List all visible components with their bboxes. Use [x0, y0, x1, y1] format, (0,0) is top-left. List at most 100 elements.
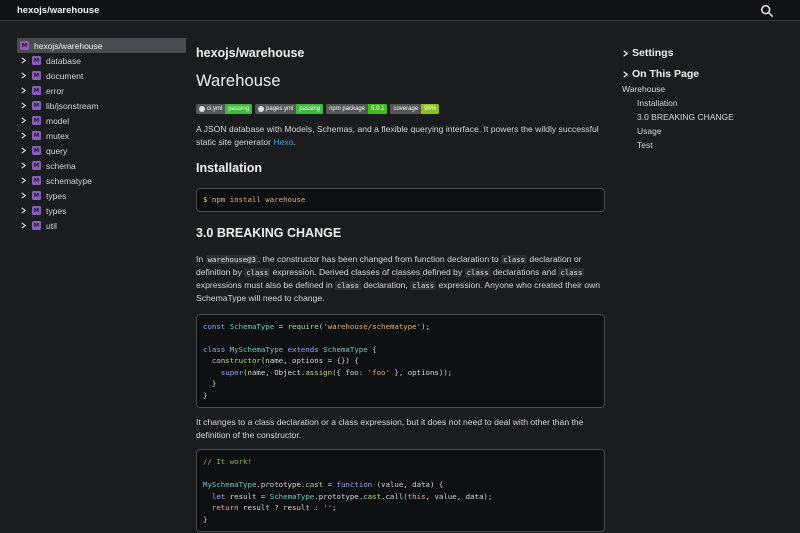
code-token: .prototype.: [314, 491, 364, 501]
chevron-right-icon[interactable]: [18, 70, 29, 81]
github-icon: [199, 106, 205, 112]
sidebar-item[interactable]: Mutil: [17, 218, 186, 233]
code-token: require: [287, 321, 319, 331]
code-token: MySchemaType: [203, 480, 257, 489]
inline-code: class: [335, 280, 361, 290]
install-command: npm install warehouse: [211, 195, 306, 204]
module-sidebar: M hexojs/warehouse Mdatabase Mdocument Mer…: [17, 38, 186, 233]
page-title: Warehouse: [196, 72, 281, 90]
module-icon: M: [32, 176, 41, 185]
toc-item-usage[interactable]: Usage: [622, 124, 792, 138]
sidebar-item-label: error: [46, 85, 64, 96]
module-icon: M: [32, 221, 41, 230]
code-token: =: [274, 321, 288, 331]
top-bar: hexojs/warehouse: [0, 0, 800, 21]
code-token: cast: [363, 491, 382, 501]
pages-badge[interactable]: pages.yml passing: [255, 104, 324, 114]
npm-badge[interactable]: npm package 5.0.1: [326, 104, 388, 114]
code-token: 'warehouse/schematype': [323, 321, 422, 331]
toc-item-test[interactable]: Test: [622, 138, 792, 152]
badge-label: npm package: [326, 104, 369, 114]
mid-paragraph: It changes to a class declaration or a c…: [196, 417, 584, 440]
chevron-right-icon[interactable]: [18, 175, 29, 186]
code-token: function: [336, 480, 373, 489]
breaking-heading: 3.0 BREAKING CHANGE: [196, 225, 342, 240]
code-token: assign: [305, 367, 333, 377]
intro-text: A JSON database with Models, Schemas, an…: [196, 124, 599, 147]
coverage-badge[interactable]: coverage 98%: [390, 104, 440, 114]
sidebar-item[interactable]: Mschematype: [17, 173, 186, 188]
chevron-right-icon[interactable]: [18, 115, 29, 126]
intro-paragraph: A JSON database with Models, Schemas, an…: [196, 123, 605, 149]
code-token: }: [203, 390, 208, 400]
code-comment: // It work!: [203, 457, 252, 466]
chevron-right-icon[interactable]: [18, 190, 29, 201]
sidebar-item-label: hexojs/warehouse: [34, 40, 103, 51]
chevron-right-icon[interactable]: [18, 85, 29, 96]
toc-item-warehouse[interactable]: Warehouse: [622, 82, 792, 96]
code-token: ({ foo:: [332, 367, 368, 377]
sidebar-item[interactable]: Mmodel: [17, 113, 186, 128]
on-this-page-label: On This Page: [632, 68, 700, 80]
sidebar-item-root[interactable]: M hexojs/warehouse: [17, 38, 186, 53]
chevron-right-icon: [623, 70, 629, 78]
ci-badge[interactable]: ci.yml passing: [196, 104, 253, 114]
hexo-link[interactable]: Hexo: [273, 137, 293, 147]
sidebar-item-label: document: [46, 70, 84, 81]
github-icon: [258, 106, 265, 112]
sidebar-item-label: query: [46, 145, 68, 156]
search-icon[interactable]: [760, 4, 774, 18]
code-token: }: [203, 514, 208, 524]
module-icon: M: [32, 116, 41, 125]
chevron-right-icon: [623, 49, 629, 57]
chevron-right-icon[interactable]: [18, 205, 29, 216]
badge-coverage: 98%: [421, 104, 440, 114]
breaking-paragraph: In warehouse@3, the constructor has been…: [196, 253, 605, 305]
sidebar-item[interactable]: Mmutex: [17, 128, 186, 143]
code-token: result =: [225, 491, 270, 501]
chevron-right-icon[interactable]: [18, 100, 29, 111]
right-panel: Settings On This Page Warehouse Installa…: [622, 47, 792, 152]
sidebar-item-label: lib/jsonstream: [46, 100, 99, 111]
code-token: '': [323, 503, 333, 512]
sidebar-item[interactable]: Mtypes: [17, 188, 186, 203]
sidebar-item[interactable]: Mschema: [17, 158, 186, 173]
chevron-right-icon[interactable]: [18, 220, 29, 231]
site-title[interactable]: hexojs/warehouse: [17, 5, 99, 16]
chevron-right-icon[interactable]: [18, 160, 29, 171]
code-token: }: [203, 379, 217, 388]
sidebar-item[interactable]: Mdocument: [17, 68, 186, 83]
toc-item-installation[interactable]: Installation: [622, 96, 792, 110]
code-token: const: [203, 321, 226, 331]
module-icon: M: [32, 206, 41, 215]
intro-end: .: [293, 137, 296, 147]
schematype-code-block: const SchemaType = require('warehouse/sc…: [196, 313, 605, 408]
sidebar-item[interactable]: Mlib/jsonstream: [17, 98, 186, 113]
sidebar-item[interactable]: Mquery: [17, 143, 186, 158]
module-icon: M: [32, 86, 41, 95]
inline-code: class: [558, 267, 585, 277]
badge-status: passing: [296, 104, 324, 114]
badge-label: coverage: [390, 104, 422, 114]
on-this-page-toggle[interactable]: On This Page: [622, 68, 792, 80]
toc-item-breaking-change[interactable]: 3.0 BREAKING CHANGE: [622, 110, 792, 124]
module-icon: M: [32, 146, 41, 155]
code-token: result ? result :: [238, 503, 324, 512]
chevron-right-icon[interactable]: [18, 145, 29, 156]
chevron-right-icon[interactable]: [18, 130, 29, 141]
sidebar-item[interactable]: Mtypes: [17, 203, 186, 218]
code-token: MySchemaType: [229, 344, 284, 354]
text: declarations and: [490, 266, 559, 277]
code-token: =: [323, 480, 337, 489]
code-token: .prototype.: [256, 480, 306, 489]
code-token: .call(: [381, 491, 408, 501]
sidebar-item[interactable]: Mdatabase: [17, 53, 186, 68]
settings-toggle[interactable]: Settings: [622, 47, 792, 59]
text: declaration,: [360, 279, 411, 290]
module-icon: M: [32, 161, 41, 170]
installation-heading: Installation: [196, 161, 262, 175]
sidebar-item-label: database: [46, 55, 81, 66]
sidebar-item[interactable]: Merror: [17, 83, 186, 98]
chevron-right-icon[interactable]: [18, 55, 29, 66]
code-token: SchemaType: [323, 344, 368, 354]
